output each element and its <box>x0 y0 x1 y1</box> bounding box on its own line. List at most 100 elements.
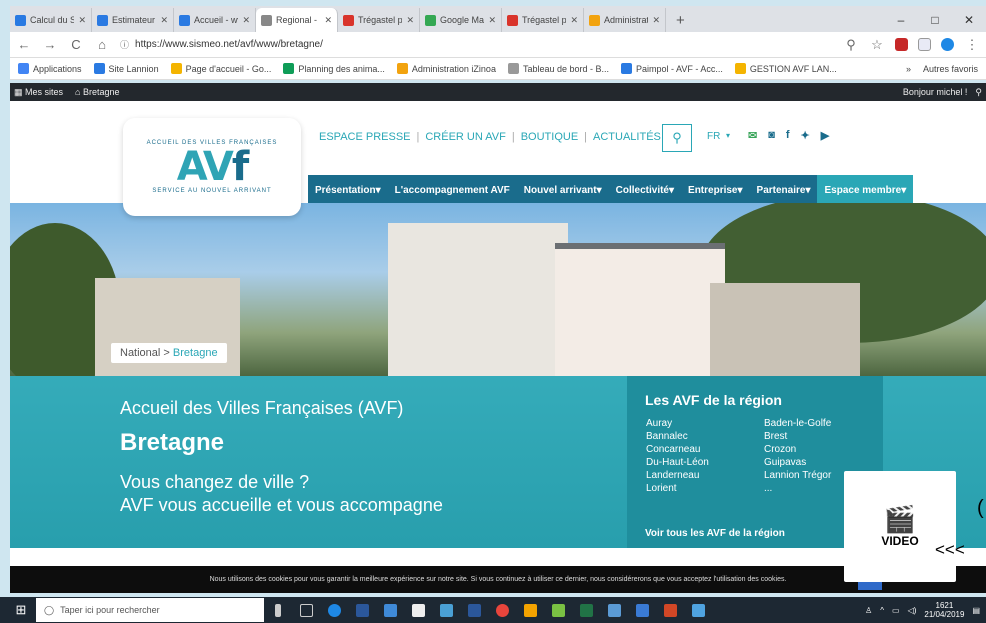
word-icon[interactable] <box>348 597 376 623</box>
facebook-icon[interactable]: f <box>786 129 790 142</box>
admin-search-icon[interactable]: ⚲ <box>975 87 982 98</box>
browser-tab[interactable]: Estimateur ✕ <box>92 8 174 32</box>
maximize-button[interactable]: □ <box>918 13 952 27</box>
notifications-icon[interactable]: ▤ <box>972 606 980 615</box>
menu-item[interactable]: Espace membre ▾ <box>817 175 914 205</box>
tray-chevron-icon[interactable]: ^ <box>880 606 884 615</box>
avf-city-link[interactable]: Brest <box>764 430 831 443</box>
top-link[interactable]: BOUTIQUE <box>521 131 578 143</box>
avf-city-link[interactable]: Auray <box>646 417 709 430</box>
menu-item[interactable]: Collectivité ▾ <box>609 175 681 205</box>
excel-icon[interactable] <box>572 597 600 623</box>
browser-tab[interactable]: Accueil - www ✕ <box>174 8 256 32</box>
extension-n-icon[interactable] <box>918 38 931 51</box>
browser-tab[interactable]: Google Maps✕ <box>420 8 502 32</box>
app-icon-5[interactable] <box>516 597 544 623</box>
menu-item[interactable]: Nouvel arrivant ▾ <box>517 175 609 205</box>
tab-close-icon[interactable]: ✕ <box>652 15 660 26</box>
menu-kebab-icon[interactable]: ⋮ <box>964 37 980 53</box>
bookmark-item[interactable]: Site Lannion <box>93 63 159 74</box>
home-icon[interactable]: ⌂ <box>94 37 110 52</box>
minimize-button[interactable]: – <box>884 13 918 27</box>
zoom-icon[interactable]: ⚲ <box>843 37 859 53</box>
avf-city-link[interactable]: Bannalec <box>646 430 709 443</box>
app-icon-2[interactable] <box>404 597 432 623</box>
reload-icon[interactable]: C <box>68 37 84 52</box>
profile-icon[interactable] <box>941 38 954 51</box>
app-icon-6[interactable] <box>544 597 572 623</box>
bookmark-item[interactable]: Applications <box>18 63 82 74</box>
breadcrumb-home[interactable]: National <box>120 347 160 359</box>
chrome-icon[interactable] <box>488 597 516 623</box>
bookmark-item[interactable]: Tableau de bord - B... <box>507 63 609 74</box>
tab-close-icon[interactable]: ✕ <box>406 15 414 26</box>
browser-tab[interactable]: Calcul du Sal ✕ <box>10 8 92 32</box>
app-icon-8[interactable] <box>628 597 656 623</box>
bookmark-item[interactable]: Page d'accueil - Go... <box>170 63 271 74</box>
language-select[interactable]: FR <box>707 131 720 142</box>
avf-city-link[interactable]: Lorient <box>646 482 709 495</box>
app-icon-7[interactable] <box>600 597 628 623</box>
volume-icon[interactable]: ◁) <box>908 606 917 615</box>
avf-city-link[interactable]: Crozon <box>764 443 831 456</box>
other-bookmarks-folder[interactable]: Autres favoris <box>923 64 978 74</box>
forward-icon[interactable]: → <box>42 37 58 52</box>
close-window-button[interactable]: ✕ <box>952 13 986 27</box>
avf-city-link[interactable]: Baden-le-Golfe <box>764 417 831 430</box>
extension-shield-icon[interactable] <box>895 38 908 51</box>
avf-city-link[interactable]: ... <box>764 482 831 495</box>
site-search-button[interactable]: ⚲ <box>662 124 692 152</box>
network-icon[interactable]: ▭ <box>892 606 900 615</box>
avf-city-link[interactable]: Concarneau <box>646 443 709 456</box>
twitter-icon[interactable]: ✦ <box>801 129 810 142</box>
top-link[interactable]: ESPACE PRESSE <box>319 131 411 143</box>
admin-site-link[interactable]: ⌂ Bretagne <box>75 87 119 97</box>
menu-item[interactable]: Partenaire ▾ <box>750 175 818 205</box>
new-tab-button[interactable]: + <box>666 8 695 32</box>
tab-close-icon[interactable]: ✕ <box>488 15 496 26</box>
avf-city-link[interactable]: Lannion Trégor <box>764 469 831 482</box>
avf-see-all-link[interactable]: Voir tous les AVF de la région <box>645 528 785 539</box>
people-icon[interactable]: ♙ <box>865 606 872 615</box>
microphone-icon[interactable] <box>264 597 292 623</box>
avf-city-link[interactable]: Du-Haut-Léon <box>646 456 709 469</box>
browser-tab[interactable]: Regional - Br ✕ <box>256 8 338 32</box>
app-icon-9[interactable] <box>656 597 684 623</box>
bookmark-item[interactable]: GESTION AVF LAN... <box>734 63 837 74</box>
tab-close-icon[interactable]: ✕ <box>324 15 332 26</box>
tab-close-icon[interactable]: ✕ <box>570 15 578 26</box>
browser-tab[interactable]: Trégastel plo✕ <box>338 8 420 32</box>
top-link[interactable]: CRÉER UN AVF <box>425 131 505 143</box>
menu-item[interactable]: L'accompagnement AVF <box>388 175 517 205</box>
back-icon[interactable]: ← <box>16 37 32 52</box>
edge-icon[interactable] <box>320 597 348 623</box>
avf-city-link[interactable]: Guipavas <box>764 456 831 469</box>
app-icon-10[interactable] <box>684 597 712 623</box>
tab-close-icon[interactable]: ✕ <box>242 15 250 26</box>
video-badge[interactable]: 🎬 VIDEO <box>844 471 956 582</box>
tab-close-icon[interactable]: ✕ <box>78 15 86 26</box>
app-icon-3[interactable] <box>432 597 460 623</box>
menu-item[interactable]: Entreprise ▾ <box>681 175 750 205</box>
admin-sites-link[interactable]: ▦ Mes sites <box>14 87 63 98</box>
bookmark-item[interactable]: Paimpol - AVF - Acc... <box>621 63 723 74</box>
taskbar-search[interactable]: ◯ Taper ici pour rechercher <box>36 598 264 622</box>
bookmarks-more-button[interactable]: » <box>906 64 911 74</box>
bookmark-item[interactable]: Planning des anima... <box>283 63 385 74</box>
app-icon-1[interactable] <box>376 597 404 623</box>
clock[interactable]: 1621 21/04/2019 <box>924 601 964 619</box>
app-icon-4[interactable] <box>460 597 488 623</box>
youtube-icon[interactable]: ▶ <box>821 129 829 142</box>
browser-tab[interactable]: Trégastel pla✕ <box>502 8 584 32</box>
tab-close-icon[interactable]: ✕ <box>160 15 168 26</box>
browser-tab[interactable]: Administratio✕ <box>584 8 666 32</box>
mail-icon[interactable]: ✉ <box>748 129 757 142</box>
bookmark-star-icon[interactable]: ☆ <box>869 37 885 53</box>
admin-greeting[interactable]: Bonjour michel ! <box>903 87 968 97</box>
url-field[interactable]: ⓘ https://www.sismeo.net/avf/www/bretagn… <box>120 35 833 55</box>
windows-start-icon[interactable]: ⊞ <box>6 602 36 618</box>
task-view-icon[interactable] <box>292 597 320 623</box>
instagram-icon[interactable]: ◙ <box>768 129 775 142</box>
avf-logo[interactable]: ACCUEIL DES VILLES FRANÇAISES AVf SERVIC… <box>123 118 301 216</box>
menu-item[interactable]: Présentation ▾ <box>308 175 388 205</box>
